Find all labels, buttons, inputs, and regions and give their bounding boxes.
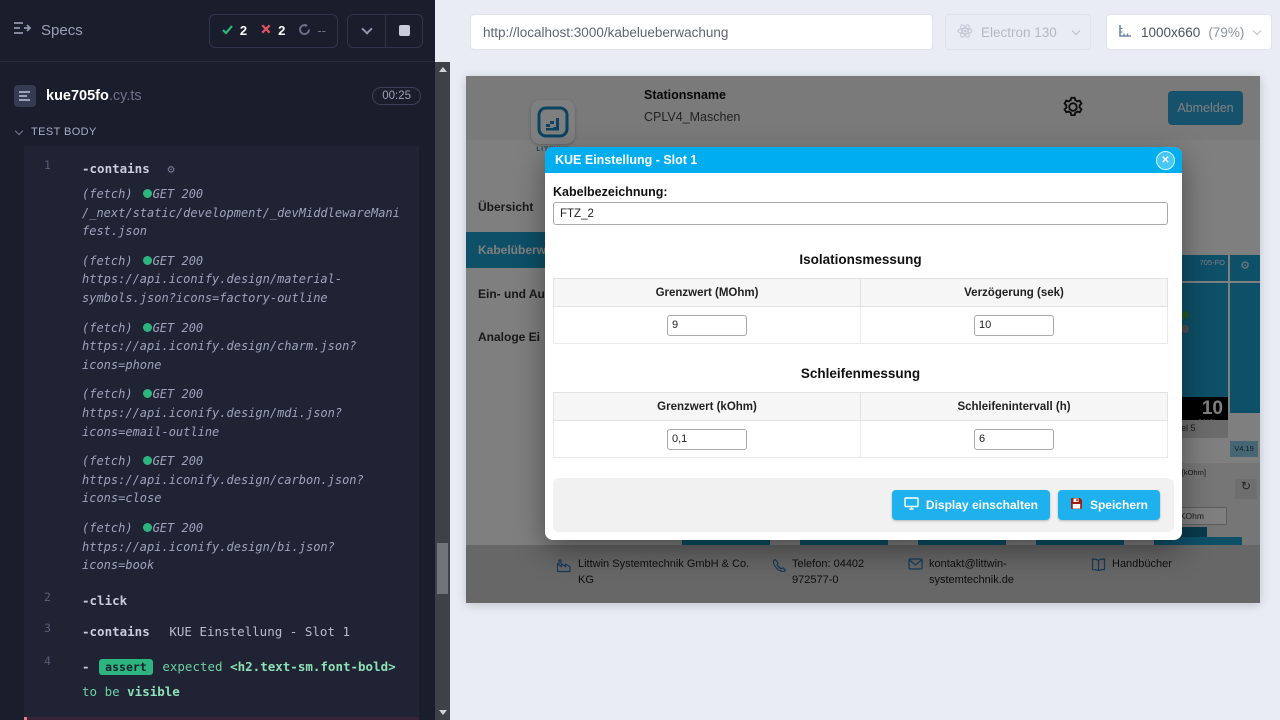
stat-pending: -- <box>298 23 326 39</box>
schleifenintervall-input[interactable] <box>974 429 1054 450</box>
viewport-size-select[interactable]: 1000x660 (79%) <box>1106 14 1272 50</box>
scroll-up-icon[interactable] <box>439 67 447 72</box>
fetch-log-6[interactable]: (fetch)GET 200 https://api.iconify.desig… <box>24 517 419 584</box>
cross-icon <box>260 23 272 38</box>
fetch-log-4[interactable]: (fetch)GET 200 https://api.iconify.desig… <box>24 383 419 450</box>
preview-pane: http://localhost:3000/kabelueberwachung … <box>450 0 1280 720</box>
scroll-down-icon[interactable] <box>439 710 447 715</box>
modal-footer: Display einschalten Speichern <box>553 478 1174 532</box>
col-schleifenintervall: Schleifenintervall (h) <box>861 393 1168 421</box>
col-grenzwert-mohm: Grenzwert (MOhm) <box>554 279 861 307</box>
command-log: 1 -contains ⚙ (fetch)GET 200 /_next/stat… <box>24 146 419 720</box>
cable-name-input[interactable] <box>553 202 1168 225</box>
chevron-down-icon <box>15 126 23 134</box>
modal-header: KUE Einstellung - Slot 1 ✕ <box>545 147 1182 173</box>
grenzwert-kohm-input[interactable] <box>667 429 747 450</box>
ruler-icon <box>1118 23 1133 41</box>
stop-icon <box>399 25 410 36</box>
reporter-header: Specs 2 2 -- <box>0 0 435 62</box>
grenzwert-mohm-input[interactable] <box>667 315 747 336</box>
scrollbar-thumb[interactable] <box>437 543 448 594</box>
save-button[interactable]: Speichern <box>1058 490 1160 520</box>
electron-icon <box>957 23 973 42</box>
kue-settings-modal: KUE Einstellung - Slot 1 ✕ Kabelbezeichn… <box>545 147 1182 540</box>
spec-file-icon <box>14 85 36 107</box>
chevron-down-icon <box>1072 27 1080 35</box>
browser-bar: http://localhost:3000/kabelueberwachung … <box>450 0 1280 64</box>
verzoegerung-input[interactable] <box>974 315 1054 336</box>
specs-label[interactable]: Specs <box>41 22 83 39</box>
gear-icon: ⚙ <box>167 162 174 176</box>
cable-name-label: Kabelbezeichnung: <box>553 185 1168 199</box>
command-assert[interactable]: 4 - assert expected <h2.text-sm.font-bol… <box>24 646 419 711</box>
modal-body: Kabelbezeichnung: Isolationsmessung Gren… <box>545 173 1182 458</box>
test-stats: 2 2 -- <box>209 14 338 48</box>
status-dot-icon <box>143 256 152 265</box>
specs-menu-icon[interactable] <box>12 20 32 41</box>
stat-failed: 2 <box>260 23 285 38</box>
reporter-scrollbar[interactable] <box>435 62 450 720</box>
app-viewport: Stationsname CPLV4_Maschen Abmelden LITT… <box>466 76 1260 603</box>
spec-row[interactable]: kue705fo.cy.ts 00:25 <box>0 76 435 116</box>
fetch-log-5[interactable]: (fetch)GET 200 https://api.iconify.desig… <box>24 450 419 517</box>
status-dot-icon <box>143 189 152 198</box>
command-click[interactable]: 2 -click <box>24 584 419 615</box>
close-icon[interactable]: ✕ <box>1156 151 1175 170</box>
col-verzoegerung: Verzögerung (sek) <box>861 279 1168 307</box>
col-grenzwert-kohm: Grenzwert (kOhm) <box>554 393 861 421</box>
collapse-button[interactable] <box>348 15 385 47</box>
chevron-down-icon <box>1253 27 1261 35</box>
schleifen-table: Grenzwert (kOhm) Schleifenintervall (h) <box>553 392 1168 458</box>
fetch-log-2[interactable]: (fetch)GET 200 https://api.iconify.desig… <box>24 250 419 317</box>
status-dot-icon <box>143 456 152 465</box>
section-title-isolation: Isolationsmessung <box>553 252 1168 267</box>
run-controls <box>347 14 423 48</box>
test-body-toggle[interactable]: TEST BODY <box>16 126 97 138</box>
spec-timer: 00:25 <box>372 87 421 105</box>
floppy-icon <box>1070 497 1083 513</box>
command-contains-3[interactable]: 3 -contains KUE Einstellung - Slot 1 <box>24 615 419 646</box>
stat-passed: 2 <box>221 23 247 39</box>
fetch-log-1[interactable]: (fetch)GET 200 /_next/static/development… <box>24 183 419 250</box>
command-contains-1[interactable]: 1 -contains ⚙ <box>24 152 419 183</box>
modal-title: KUE Einstellung - Slot 1 <box>555 153 697 167</box>
assert-badge: assert <box>99 659 153 675</box>
refresh-icon <box>298 23 311 39</box>
url-input[interactable]: http://localhost:3000/kabelueberwachung <box>470 14 933 50</box>
cypress-reporter: Specs 2 2 -- kue705fo.cy.ts 00:25 <box>0 0 435 720</box>
browser-select[interactable]: Electron 130 <box>945 14 1091 50</box>
display-on-button[interactable]: Display einschalten <box>892 490 1050 520</box>
isolation-table: Grenzwert (MOhm) Verzögerung (sek) <box>553 278 1168 344</box>
fetch-log-3[interactable]: (fetch)GET 200 https://api.iconify.desig… <box>24 317 419 384</box>
check-icon <box>221 23 234 39</box>
chevron-down-icon <box>361 23 372 34</box>
spec-name: kue705fo.cy.ts <box>46 88 142 104</box>
stop-button[interactable] <box>385 15 422 47</box>
monitor-icon <box>904 497 919 513</box>
status-dot-icon <box>143 389 152 398</box>
section-title-schleife: Schleifenmessung <box>553 366 1168 381</box>
status-dot-icon <box>143 323 152 332</box>
status-dot-icon <box>143 523 152 532</box>
